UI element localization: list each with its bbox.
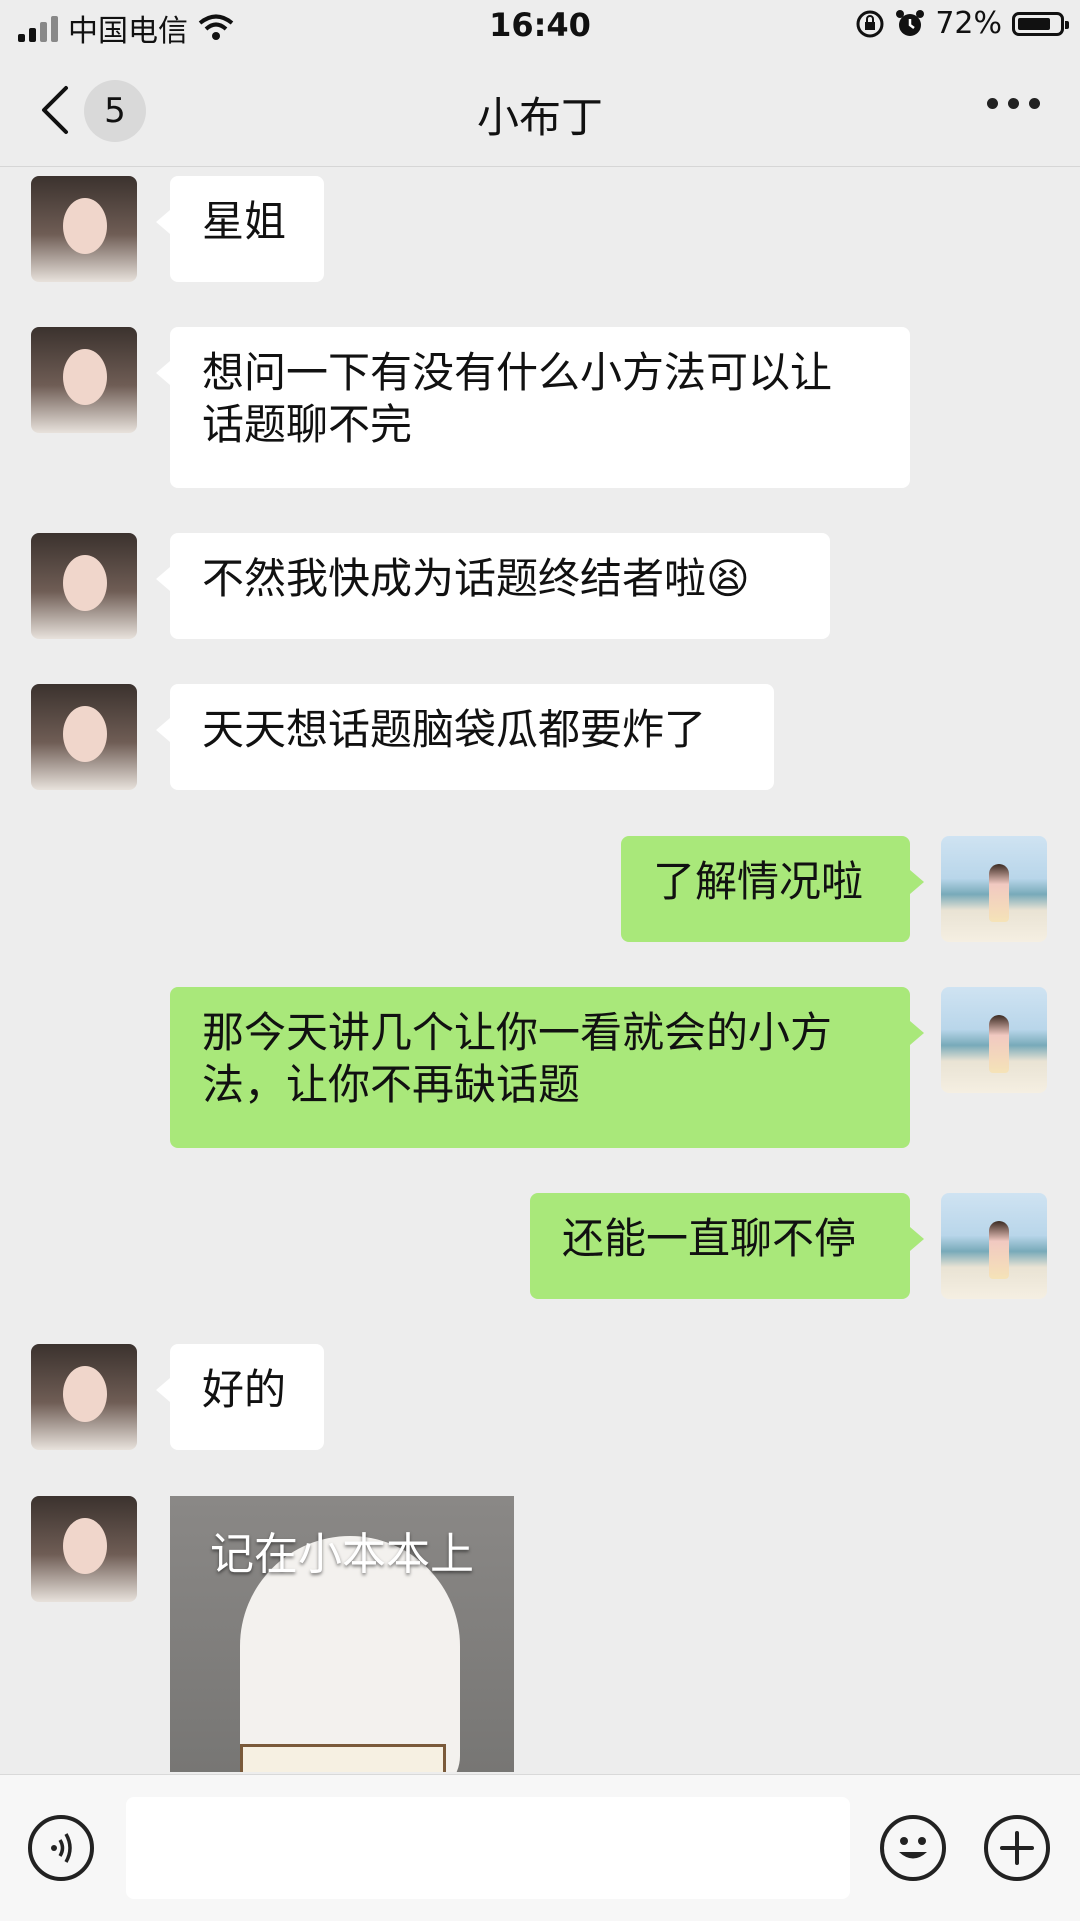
my-avatar[interactable] <box>941 1193 1047 1299</box>
battery-percent: 72% <box>935 6 1002 41</box>
contact-avatar[interactable] <box>31 327 137 433</box>
message-bubble-incoming[interactable]: 星姐 <box>156 176 324 282</box>
contact-avatar[interactable] <box>31 684 137 790</box>
alarm-icon <box>896 9 925 36</box>
chat-input-bar <box>0 1774 1080 1921</box>
contact-avatar[interactable] <box>31 1496 137 1602</box>
status-bar: 中国电信 16:40 72% <box>0 0 1080 54</box>
voice-input-button[interactable] <box>28 1815 94 1881</box>
status-right: 72% <box>855 6 1069 41</box>
smiley-icon <box>899 1837 927 1859</box>
message-bubble-outgoing[interactable]: 了解情况啦 <box>621 836 924 942</box>
more-options-icon[interactable] <box>987 98 1040 109</box>
chat-header: 5 小布丁 <box>0 54 1080 167</box>
plus-icon <box>1000 1831 1034 1865</box>
notebook-illustration <box>240 1744 446 1772</box>
contact-avatar[interactable] <box>31 533 137 639</box>
contact-avatar[interactable] <box>31 176 137 282</box>
my-avatar[interactable] <box>941 987 1047 1093</box>
battery-icon <box>1012 11 1069 36</box>
orientation-lock-icon <box>856 10 884 37</box>
my-avatar[interactable] <box>941 836 1047 942</box>
cat-sticker-image[interactable]: 记在小本本上 <box>170 1496 514 1772</box>
message-bubble-incoming[interactable]: 好的 <box>156 1344 324 1450</box>
sticker-caption: 记在小本本上 <box>210 1529 474 1580</box>
message-bubble-incoming[interactable]: 不然我快成为话题终结者啦😫 <box>156 533 830 639</box>
voice-icon <box>51 1833 72 1863</box>
more-functions-button[interactable] <box>984 1815 1050 1881</box>
message-bubble-outgoing[interactable]: 还能一直聊不停 <box>530 1193 924 1299</box>
message-bubble-outgoing[interactable]: 那今天讲几个让你一看就会的小方 法，让你不再缺话题 <box>170 987 924 1148</box>
contact-avatar[interactable] <box>31 1344 137 1450</box>
message-input[interactable] <box>126 1797 850 1899</box>
message-bubble-incoming[interactable]: 想问一下有没有什么小方法可以让 话题聊不完 <box>156 327 910 488</box>
emoji-button[interactable] <box>880 1815 946 1881</box>
message-bubble-incoming[interactable]: 天天想话题脑袋瓜都要炸了 <box>156 684 774 790</box>
chat-title: 小布丁 <box>476 93 603 142</box>
